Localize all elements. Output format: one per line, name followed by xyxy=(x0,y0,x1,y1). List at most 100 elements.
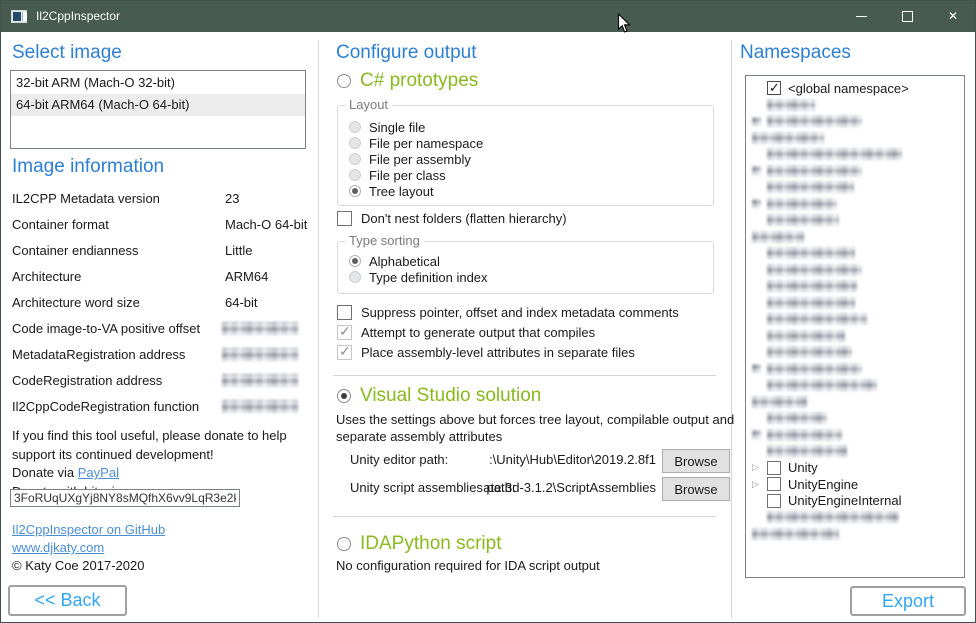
website-link[interactable]: www.djkaty.com xyxy=(12,540,104,555)
back-button[interactable]: << Back xyxy=(8,585,127,616)
namespace-row[interactable]: ▷Unity xyxy=(746,460,964,477)
output-checkbox[interactable] xyxy=(337,325,352,340)
namespace-row[interactable] xyxy=(746,443,964,460)
layout-option[interactable]: Tree layout xyxy=(349,183,483,199)
redacted-expander xyxy=(752,364,761,373)
namespace-row[interactable] xyxy=(746,526,964,543)
idapython-script-radio[interactable] xyxy=(337,537,351,551)
image-information-heading: Image information xyxy=(12,156,164,178)
csharp-prototypes-radio[interactable] xyxy=(337,74,351,88)
image-list-item[interactable]: 64-bit ARM64 (Mach-O 64-bit) xyxy=(11,94,305,116)
namespace-row[interactable] xyxy=(746,410,964,427)
namespace-row[interactable] xyxy=(746,229,964,246)
image-list-item[interactable]: 32-bit ARM (Mach-O 32-bit) xyxy=(11,72,305,94)
redacted-namespace xyxy=(752,231,804,243)
unity-script-assemblies-path-value[interactable]: ate.3d-3.1.2\ScriptAssemblies xyxy=(466,480,656,495)
redacted-namespace xyxy=(767,115,862,127)
redacted-namespace xyxy=(752,396,807,408)
output-checkbox-row[interactable]: Attempt to generate output that compiles xyxy=(337,322,679,342)
layout-label: Single file xyxy=(369,120,425,135)
close-button[interactable]: ✕ xyxy=(930,0,976,32)
namespaces-tree[interactable]: <global namespace>▷Unity▷UnityEngineUnit… xyxy=(745,75,965,578)
export-button[interactable]: Export xyxy=(850,586,966,616)
output-checkbox[interactable] xyxy=(337,305,352,320)
namespace-row[interactable] xyxy=(746,509,964,526)
namespace-row[interactable] xyxy=(746,196,964,213)
namespace-row[interactable] xyxy=(746,113,964,130)
layout-radio[interactable] xyxy=(349,169,361,181)
namespace-row[interactable]: ▷ UnityEngine xyxy=(746,476,964,493)
namespace-row[interactable] xyxy=(746,394,964,411)
namespace-row[interactable] xyxy=(746,179,964,196)
layout-radio[interactable] xyxy=(349,153,361,165)
type-sorting-option[interactable]: Alphabetical xyxy=(349,253,488,269)
layout-option[interactable]: File per class xyxy=(349,167,483,183)
layout-radio[interactable] xyxy=(349,137,361,149)
csharp-prototypes-option[interactable]: C# prototypes xyxy=(337,70,478,92)
layout-option[interactable]: File per assembly xyxy=(349,151,483,167)
type-sorting-radio[interactable] xyxy=(349,271,361,283)
redacted-value xyxy=(222,400,298,413)
namespace-row[interactable]: <global namespace> xyxy=(746,80,964,97)
namespace-row[interactable] xyxy=(746,245,964,262)
redacted-namespace xyxy=(767,264,862,276)
layout-radio[interactable] xyxy=(349,185,361,197)
namespace-row[interactable] xyxy=(746,262,964,279)
redacted-namespace xyxy=(767,363,862,375)
redacted-namespace xyxy=(752,132,824,144)
unity-editor-path-value[interactable]: :\Unity\Hub\Editor\2019.2.8f1 xyxy=(466,452,656,467)
type-sorting-radio[interactable] xyxy=(349,255,361,267)
flatten-hierarchy-row[interactable]: Don't nest folders (flatten hierarchy) xyxy=(337,211,567,226)
minimize-button[interactable] xyxy=(838,0,884,32)
namespace-row[interactable] xyxy=(746,146,964,163)
visual-studio-solution-radio[interactable] xyxy=(337,389,351,403)
output-checkbox-row[interactable]: Place assembly-level attributes in separ… xyxy=(337,342,679,362)
namespace-row[interactable] xyxy=(746,328,964,345)
namespace-row[interactable] xyxy=(746,344,964,361)
namespace-checkbox[interactable] xyxy=(767,477,781,491)
unity-editor-path-browse-button[interactable]: Browse xyxy=(662,449,730,473)
visual-studio-description: Uses the settings above but forces tree … xyxy=(336,411,770,445)
namespace-checkbox[interactable] xyxy=(767,461,781,475)
namespace-row[interactable]: UnityEngineInternal xyxy=(746,493,964,510)
output-checkbox-label: Place assembly-level attributes in separ… xyxy=(361,345,635,360)
github-link[interactable]: Il2CppInspector on GitHub xyxy=(12,522,165,537)
type-sorting-option[interactable]: Type definition index xyxy=(349,269,488,285)
layout-radio[interactable] xyxy=(349,121,361,133)
paypal-link[interactable]: PayPal xyxy=(78,465,119,480)
namespace-checkbox[interactable] xyxy=(767,494,781,508)
redacted-value xyxy=(222,374,298,387)
idapython-script-option[interactable]: IDAPython script xyxy=(337,533,502,555)
namespace-row[interactable] xyxy=(746,377,964,394)
namespace-row[interactable] xyxy=(746,212,964,229)
redacted-namespace xyxy=(752,528,839,540)
namespace-checkbox[interactable] xyxy=(767,81,781,95)
namespace-row[interactable] xyxy=(746,311,964,328)
output-checkbox[interactable] xyxy=(337,345,352,360)
layout-option[interactable]: Single file xyxy=(349,119,483,135)
namespace-row[interactable] xyxy=(746,361,964,378)
flatten-hierarchy-checkbox[interactable] xyxy=(337,211,352,226)
maximize-button[interactable] xyxy=(884,0,930,32)
namespace-row[interactable] xyxy=(746,278,964,295)
unity-script-assemblies-browse-button[interactable]: Browse xyxy=(662,477,730,501)
namespace-row[interactable] xyxy=(746,427,964,444)
output-checkbox-row[interactable]: Suppress pointer, offset and index metad… xyxy=(337,302,679,322)
namespace-row[interactable] xyxy=(746,97,964,114)
expander-icon[interactable]: ▷ xyxy=(752,463,759,472)
namespace-label: UnityEngine xyxy=(788,477,858,492)
namespace-row[interactable] xyxy=(746,295,964,312)
bitcoin-address-field[interactable] xyxy=(10,489,240,507)
info-row: Container endiannessLittle xyxy=(12,238,310,264)
layout-option[interactable]: File per namespace xyxy=(349,135,483,151)
info-row: Container formatMach-O 64-bit xyxy=(12,212,310,238)
namespace-row[interactable] xyxy=(746,130,964,147)
image-information-table: IL2CPP Metadata version23Container forma… xyxy=(12,186,310,420)
redacted-namespace xyxy=(767,181,854,193)
expander-icon[interactable]: ▷ xyxy=(752,480,759,489)
info-value: ARM64 xyxy=(225,269,268,284)
namespace-row[interactable] xyxy=(746,163,964,180)
image-listbox[interactable]: 32-bit ARM (Mach-O 32-bit)64-bit ARM64 (… xyxy=(10,70,306,149)
visual-studio-solution-option[interactable]: Visual Studio solution xyxy=(337,385,541,407)
output-checkbox-label: Suppress pointer, offset and index metad… xyxy=(361,305,679,320)
